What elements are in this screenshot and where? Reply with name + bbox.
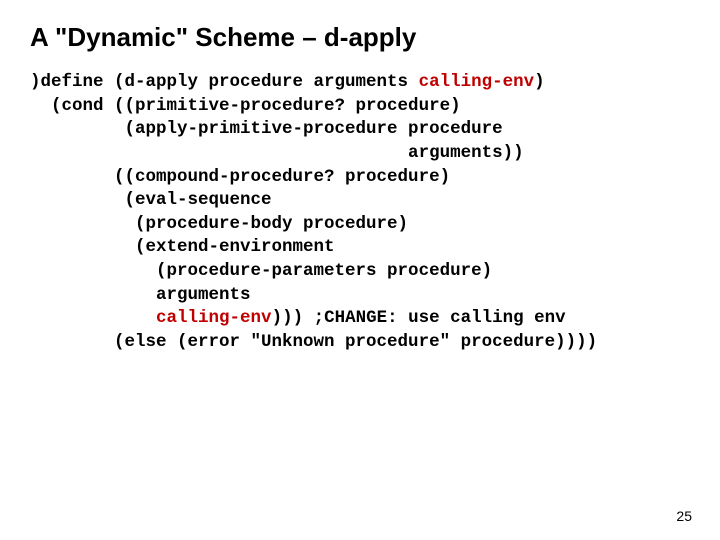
code-line-5: ((compound-procedure? procedure) xyxy=(30,167,450,187)
code-line-12: (else (error "Unknown procedure" procedu… xyxy=(30,332,597,352)
page-number: 25 xyxy=(676,508,692,524)
code-highlight-calling-env-2: calling-env xyxy=(156,308,272,328)
code-line-3: (apply-primitive-procedure procedure xyxy=(30,119,503,139)
code-line-6: (eval-sequence xyxy=(30,190,272,210)
code-line-7: (procedure-body procedure) xyxy=(30,214,408,234)
code-block: )define (d-apply procedure arguments cal… xyxy=(30,71,690,355)
code-highlight-calling-env-1: calling-env xyxy=(419,72,535,92)
code-line-1a: )define (d-apply procedure arguments xyxy=(30,72,419,92)
slide-title: A "Dynamic" Scheme – d-apply xyxy=(30,22,690,53)
code-line-11a xyxy=(30,308,156,328)
code-line-9: (procedure-parameters procedure) xyxy=(30,261,492,281)
code-line-1c: ) xyxy=(534,72,545,92)
code-line-2: (cond ((primitive-procedure? procedure) xyxy=(30,96,461,116)
code-line-8: (extend-environment xyxy=(30,237,335,257)
slide: A "Dynamic" Scheme – d-apply )define (d-… xyxy=(0,0,720,540)
code-line-11c: ))) ;CHANGE: use calling env xyxy=(272,308,566,328)
code-line-10: arguments xyxy=(30,285,251,305)
code-line-4: arguments)) xyxy=(30,143,524,163)
